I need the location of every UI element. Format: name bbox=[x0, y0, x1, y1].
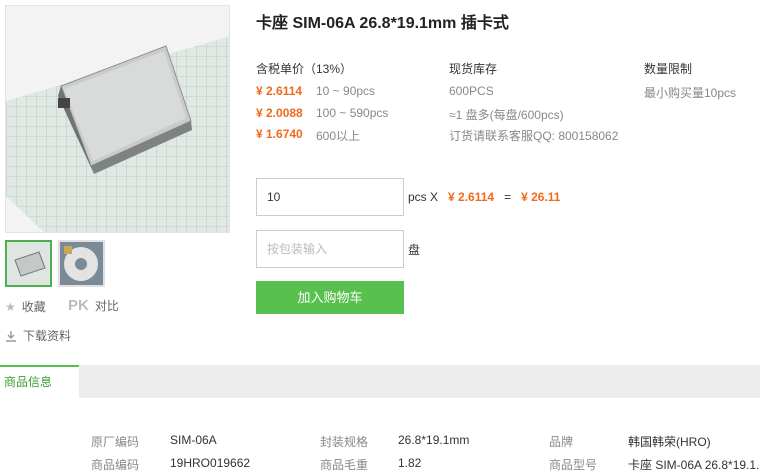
limit-header: 数量限制 bbox=[644, 62, 693, 76]
spec-value: 韩国韩荣(HRO) bbox=[628, 435, 711, 449]
order-calc: pcs X ¥ 2.6114 = ¥ 26.11 bbox=[408, 190, 561, 204]
tab-product-info[interactable]: 商品信息 bbox=[0, 365, 79, 398]
compare-button[interactable]: PK 对比 bbox=[68, 297, 119, 314]
download-icon bbox=[5, 330, 17, 342]
product-main-image bbox=[5, 5, 230, 233]
spec-key: 商品编码 bbox=[91, 458, 140, 472]
spec-key: 封装规格 bbox=[320, 435, 369, 449]
price-tier: ¥ 2.6114 10 ~ 90pcs bbox=[256, 84, 376, 98]
pk-icon: PK bbox=[68, 297, 89, 314]
price-header: 含税单价（13%） bbox=[256, 62, 353, 76]
stock-contact: 订货请联系客服QQ: 800158062 bbox=[449, 129, 619, 143]
spec-value: 19HRO019662 bbox=[170, 456, 251, 470]
stock-header: 现货库存 bbox=[449, 62, 498, 76]
tab-bar bbox=[0, 365, 760, 398]
order-total: ¥ 26.11 bbox=[521, 190, 561, 204]
favorite-button[interactable]: ★ 收藏 bbox=[5, 298, 46, 315]
spec-value: 1.82 bbox=[398, 456, 422, 470]
price-tier: ¥ 1.6740 600以上 bbox=[256, 127, 361, 143]
spec-key: 商品毛重 bbox=[320, 458, 369, 472]
download-button[interactable]: 下载资料 bbox=[5, 327, 71, 344]
spec-key: 品牌 bbox=[549, 435, 574, 449]
spec-value: 卡座 SIM-06A 26.8*19.1... bbox=[628, 458, 760, 472]
spec-key: 商品型号 bbox=[549, 458, 598, 472]
star-icon: ★ bbox=[5, 299, 16, 314]
stock-qty: 600PCS bbox=[449, 84, 494, 98]
stock-per-reel: ≈1 盘多(每盘/600pcs) bbox=[449, 108, 564, 122]
product-title: 卡座 SIM-06A 26.8*19.1mm 插卡式 bbox=[256, 15, 509, 32]
spec-key: 原厂编码 bbox=[91, 435, 140, 449]
thumbnail-1[interactable] bbox=[5, 240, 52, 287]
thumbnail-2[interactable] bbox=[58, 240, 105, 287]
package-unit: 盘 bbox=[408, 243, 421, 257]
price-tier: ¥ 2.0088 100 ~ 590pcs bbox=[256, 106, 389, 120]
limit-text: 最小购买量10pcs bbox=[644, 86, 737, 100]
add-to-cart-button[interactable]: 加入购物车 bbox=[256, 281, 404, 314]
spec-value: SIM-06A bbox=[170, 433, 217, 447]
package-input[interactable]: 按包装输入 bbox=[256, 230, 404, 268]
spec-value: 26.8*19.1mm bbox=[398, 433, 470, 447]
quantity-input[interactable]: 10 bbox=[256, 178, 404, 216]
